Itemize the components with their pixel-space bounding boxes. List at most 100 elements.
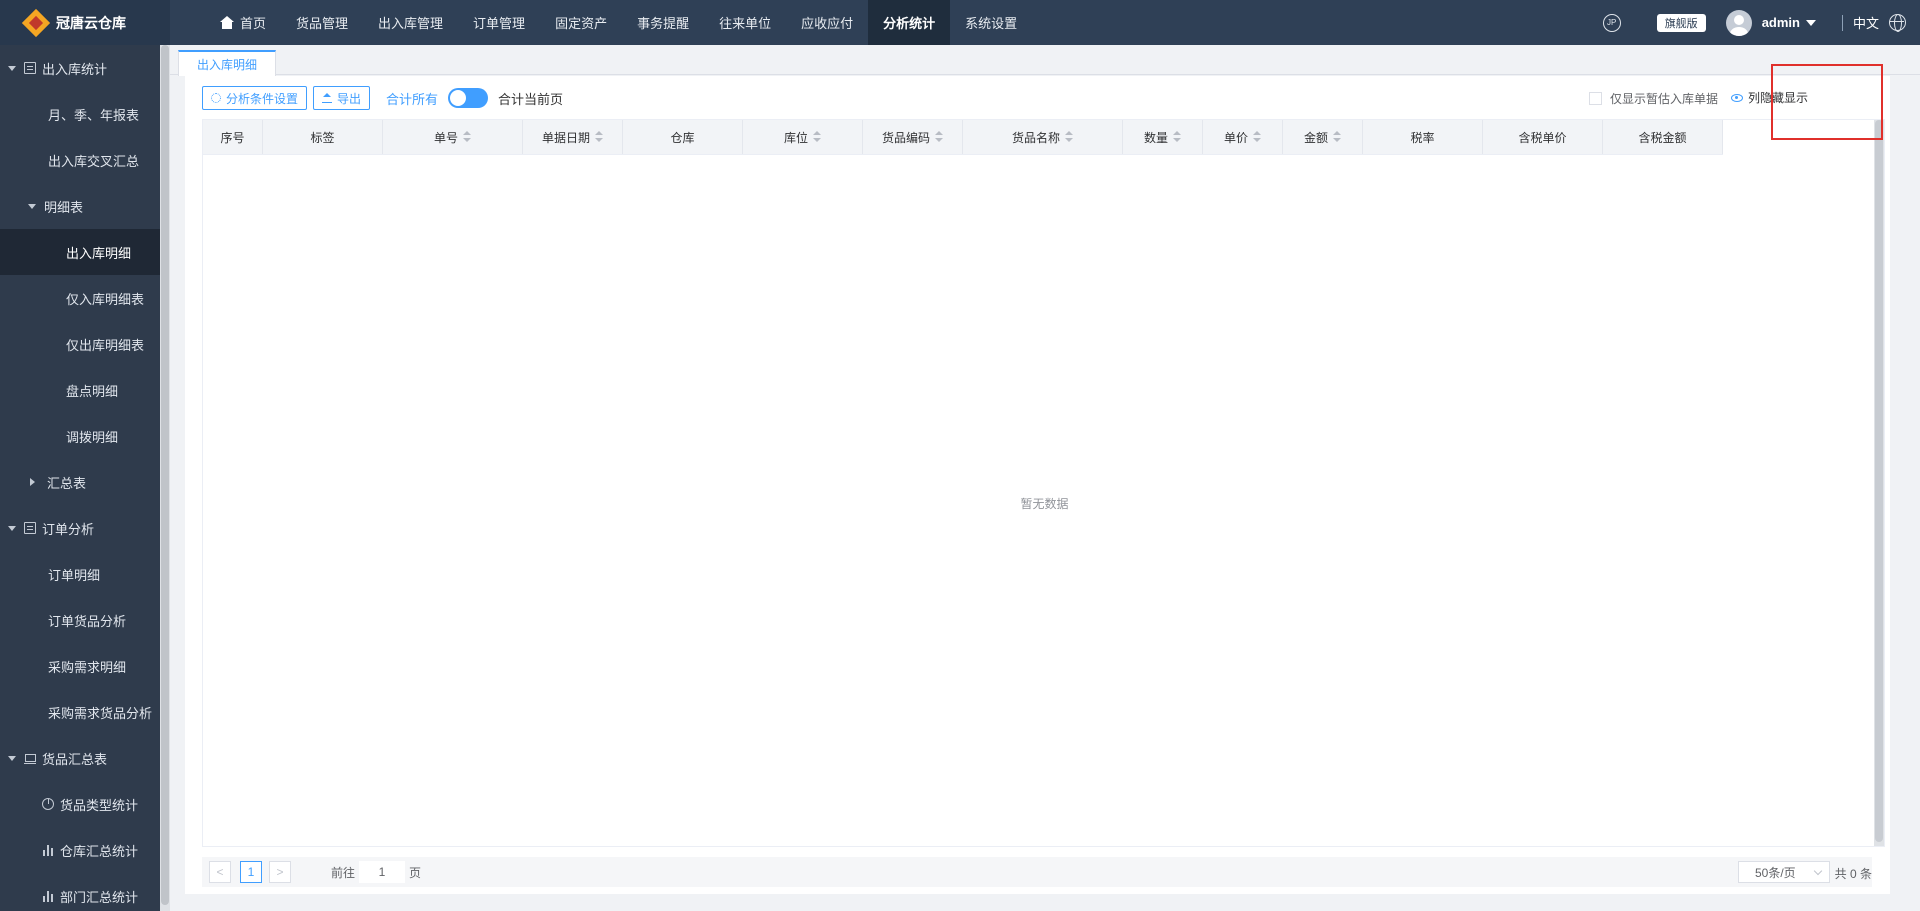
page-size-value: 50条/页 (1755, 865, 1796, 880)
column-header-unit-price[interactable]: 单价 (1203, 120, 1283, 154)
sidebar-item-goods-type-stats[interactable]: 货品类型统计 (0, 781, 160, 827)
sort-icon[interactable] (1065, 131, 1073, 143)
header-divider (1841, 14, 1843, 31)
nav-item-home[interactable]: 首页 (205, 0, 281, 45)
export-button[interactable]: 导出 (313, 86, 371, 110)
sidebar-item-cross-summary[interactable]: 出入库交叉汇总 (0, 137, 160, 183)
sidebar-group-detail[interactable]: 明细表 (0, 183, 160, 229)
nav-item-inout[interactable]: 出入库管理 (363, 0, 458, 45)
cart-icon (24, 752, 36, 764)
sum-current-page-label[interactable]: 合计当前页 (498, 89, 563, 108)
nav-item-assets[interactable]: 固定资产 (540, 0, 622, 45)
upload-icon (322, 93, 333, 103)
sum-all-label[interactable]: 合计所有 (386, 89, 438, 108)
nav-item-receivables[interactable]: 应收应付 (786, 0, 868, 45)
pie-chart-icon (42, 798, 54, 810)
column-label: 序号 (220, 130, 245, 145)
column-label: 单号 (433, 130, 458, 145)
column-header-tax-rate: 税率 (1363, 120, 1483, 154)
column-label: 货品编码 (881, 130, 930, 145)
document-icon (24, 62, 36, 74)
toggle-knob (450, 90, 467, 106)
sidebar-item-label: 仓库汇总统计 (60, 843, 139, 859)
page-size-select[interactable]: 50条/页 (1738, 861, 1830, 883)
scrollbar-thumb[interactable] (161, 45, 169, 905)
jp-icon[interactable]: JP (1602, 13, 1621, 32)
sidebar-group-goods-summary[interactable]: 货品汇总表 (0, 735, 160, 781)
caret-right-icon (30, 478, 35, 486)
sidebar-item-transfer-detail[interactable]: 调拨明细 (0, 413, 160, 459)
column-header-tax-amount: 含税金额 (1603, 120, 1723, 154)
bar-chart-icon (42, 890, 54, 902)
nav-item-goods[interactable]: 货品管理 (281, 0, 363, 45)
chevron-down-icon[interactable] (1805, 19, 1816, 26)
column-header-tag: 标签 (263, 120, 383, 154)
column-header-doc-no[interactable]: 单号 (383, 120, 523, 154)
sort-icon[interactable] (935, 131, 943, 143)
column-header-amount[interactable]: 金额 (1283, 120, 1363, 154)
goto-page: 前往 1 页 (331, 861, 421, 883)
sidebar-item-purchase-detail[interactable]: 采购需求明细 (0, 643, 160, 689)
goto-page-input[interactable]: 1 (359, 861, 406, 883)
button-label: 导出 (337, 91, 362, 106)
sidebar-item-period-report[interactable]: 月、季、年报表 (0, 91, 160, 137)
sidebar-item-purchase-goods[interactable]: 采购需求货品分析 (0, 689, 160, 735)
column-label: 仓库 (670, 130, 695, 145)
tab-inout-detail[interactable]: 出入库明细 (178, 50, 277, 76)
sort-icon[interactable] (1253, 131, 1261, 143)
language-switch[interactable]: 中文 (1853, 13, 1879, 32)
sort-icon[interactable] (1333, 131, 1341, 143)
column-header-goods-code[interactable]: 货品编码 (863, 120, 963, 154)
sidebar-group-order-analysis[interactable]: 订单分析 (0, 505, 160, 551)
sidebar-item-department-stats[interactable]: 部门汇总统计 (0, 873, 160, 911)
nav-item-analytics[interactable]: 分析统计 (868, 0, 951, 45)
sidebar-group-inout-stats[interactable]: 出入库统计 (0, 45, 160, 91)
nav-item-partners[interactable]: 往来单位 (704, 0, 786, 45)
nav-item-orders[interactable]: 订单管理 (458, 0, 540, 45)
sum-mode-toggle[interactable] (448, 88, 489, 108)
checkbox-label: 仅显示暂估入库单据 (1609, 92, 1718, 106)
nav-item-reminders[interactable]: 事务提醒 (622, 0, 704, 45)
app-logo[interactable]: 冠唐云仓库 (0, 0, 170, 45)
home-icon (220, 16, 234, 29)
avatar[interactable] (1725, 9, 1752, 36)
sidebar-item-stocktake-detail[interactable]: 盘点明细 (0, 367, 160, 413)
sort-icon[interactable] (463, 131, 471, 143)
prev-page-button[interactable]: < (209, 861, 231, 883)
scrollbar-thumb[interactable] (1875, 120, 1883, 842)
caret-down-icon (28, 203, 36, 209)
estimated-only-filter[interactable]: 仅显示暂估入库单据 (1588, 90, 1718, 107)
sidebar-item-in-detail[interactable]: 仅入库明细表 (0, 275, 160, 321)
column-header-index: 序号 (203, 120, 263, 154)
column-header-doc-date[interactable]: 单据日期 (523, 120, 623, 154)
column-header-goods-name[interactable]: 货品名称 (963, 120, 1123, 154)
column-label: 税率 (1410, 130, 1435, 145)
sidebar-group-summary[interactable]: 汇总表 (0, 459, 160, 505)
table-scrollbar[interactable] (1874, 120, 1884, 846)
button-label: 分析条件设置 (226, 91, 299, 106)
page-number-button[interactable]: 1 (240, 861, 262, 883)
main-nav: 首页 货品管理 出入库管理 订单管理 固定资产 事务提醒 往来单位 应收应付 分… (205, 0, 1032, 45)
nav-item-settings[interactable]: 系统设置 (950, 0, 1032, 45)
analysis-settings-button[interactable]: 分析条件设置 (202, 86, 308, 110)
document-icon (24, 522, 36, 534)
next-page-button[interactable]: > (269, 861, 291, 883)
sort-icon[interactable] (1173, 131, 1181, 143)
globe-icon[interactable] (1889, 14, 1906, 32)
estimated-only-checkbox[interactable] (1588, 92, 1602, 105)
sidebar-item-out-detail[interactable]: 仅出库明细表 (0, 321, 160, 367)
sidebar-item-order-detail[interactable]: 订单明细 (0, 551, 160, 597)
sidebar-item-label: 汇总表 (47, 475, 87, 491)
sidebar-item-warehouse-stats[interactable]: 仓库汇总统计 (0, 827, 160, 873)
sidebar-item-label: 订单分析 (42, 521, 95, 537)
sidebar-scrollbar[interactable] (160, 45, 170, 911)
sort-icon[interactable] (595, 131, 603, 143)
column-header-quantity[interactable]: 数量 (1123, 120, 1203, 154)
goto-unit: 页 (409, 865, 422, 880)
header-tools: JP 旗舰版 admin 中文 (1602, 0, 1920, 45)
username[interactable]: admin (1762, 15, 1800, 30)
sort-icon[interactable] (813, 131, 821, 143)
sidebar-item-inout-detail[interactable]: 出入库明细 (0, 229, 160, 275)
column-header-location[interactable]: 库位 (743, 120, 863, 154)
sidebar-item-order-goods[interactable]: 订单货品分析 (0, 597, 160, 643)
